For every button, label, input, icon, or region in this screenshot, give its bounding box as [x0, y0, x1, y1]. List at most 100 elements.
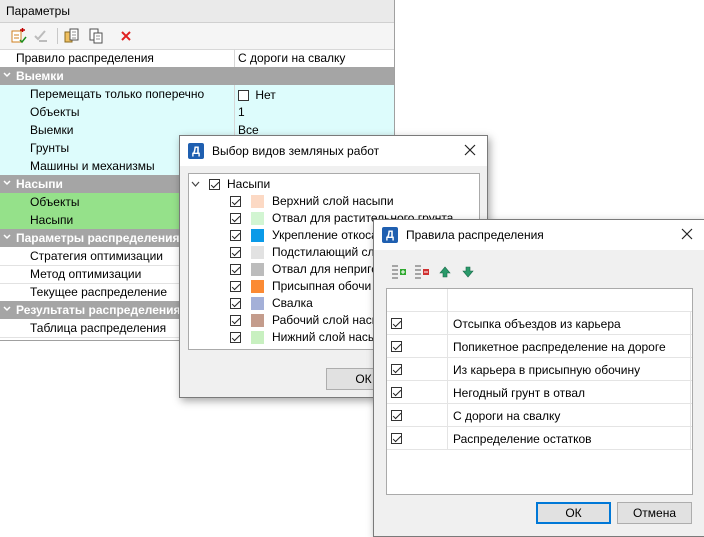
cross-only-checkbox[interactable]	[238, 90, 249, 102]
category-label: Параметры распределения	[16, 231, 180, 245]
property-name: Метод оптимизации	[30, 267, 142, 281]
tree-item-label: Нижний слой насы	[272, 330, 377, 344]
property-value[interactable]: С дороги на свалку	[238, 51, 345, 65]
rule-checkbox[interactable]	[391, 433, 402, 444]
paste-icon[interactable]	[87, 27, 105, 45]
remove-row-icon[interactable]	[414, 264, 430, 280]
property-name: Выемки	[30, 123, 74, 137]
property-row[interactable]: Перемещать только поперечно Нет	[0, 85, 394, 104]
tree-item-label: Верхний слой насыпи	[272, 194, 394, 208]
tree-item-checkbox[interactable]	[230, 213, 241, 224]
chevron-down-icon[interactable]	[3, 179, 11, 187]
property-name: Таблица распределения	[30, 321, 167, 335]
rule-row[interactable]: Распределение остатков	[387, 427, 692, 450]
rule-row[interactable]: Из карьера в присыпную обочину	[387, 358, 692, 381]
parameters-toolbar	[0, 23, 394, 50]
rule-checkbox[interactable]	[391, 341, 402, 352]
tree-item-checkbox[interactable]	[230, 298, 241, 309]
tree-item-checkbox[interactable]	[230, 247, 241, 258]
grid-header-row	[387, 289, 692, 312]
rule-checkbox[interactable]	[391, 387, 402, 398]
parameters-titlebar: Параметры	[0, 0, 394, 23]
rules-dialog: Д Правила распределения Отсыпка объездов…	[373, 219, 704, 537]
rule-checkbox[interactable]	[391, 364, 402, 375]
category-label: Результаты распределения	[16, 303, 181, 317]
move-down-icon[interactable]	[460, 264, 476, 280]
rules-dialog-titlebar: Д Правила распределения	[374, 220, 704, 250]
property-name: Объекты	[30, 195, 80, 209]
property-name: Стратегия оптимизации	[30, 249, 163, 263]
category-label: Насыпи	[16, 177, 63, 191]
parameters-title: Параметры	[6, 4, 70, 18]
color-swatch	[251, 229, 264, 242]
app-icon: Д	[382, 227, 398, 243]
close-icon[interactable]	[680, 227, 694, 241]
rule-row[interactable]: Попикетное распределение на дороге	[387, 335, 692, 358]
chevron-down-icon[interactable]	[3, 71, 11, 79]
property-name: Правило распределения	[16, 51, 154, 65]
rules-cancel-button[interactable]: Отмена	[617, 502, 692, 524]
rule-checkbox[interactable]	[391, 410, 402, 421]
property-value: Нет	[255, 88, 276, 102]
tree-root-item[interactable]: Насыпи	[191, 176, 311, 193]
color-swatch	[251, 212, 264, 225]
tree-root-checkbox[interactable]	[209, 179, 220, 190]
close-icon[interactable]	[463, 143, 477, 157]
check-rule-icon[interactable]	[32, 27, 50, 45]
tree-item-label: Отвал для непригс	[272, 262, 378, 276]
chevron-down-icon[interactable]	[3, 305, 11, 313]
property-name: Машины и механизмы	[30, 159, 155, 173]
app-icon: Д	[188, 143, 204, 159]
tree-item-label: Присыпная обочи	[272, 279, 372, 293]
chevron-down-icon[interactable]	[191, 181, 200, 188]
property-row[interactable]: Объекты 1	[0, 103, 394, 122]
property-value[interactable]: 1	[238, 105, 245, 119]
category-label: Выемки	[16, 69, 64, 83]
tree-item-checkbox[interactable]	[230, 264, 241, 275]
color-swatch	[251, 195, 264, 208]
tree-root-label: Насыпи	[227, 177, 271, 191]
rule-label: Попикетное распределение на дороге	[453, 340, 666, 354]
color-swatch	[251, 297, 264, 310]
copy-icon[interactable]	[63, 27, 81, 45]
color-swatch	[251, 263, 264, 276]
category-cuts[interactable]: Выемки	[0, 67, 394, 85]
color-swatch	[251, 246, 264, 259]
color-swatch	[251, 280, 264, 293]
rule-label: Отсыпка объездов из карьера	[453, 317, 621, 331]
add-rule-icon[interactable]	[10, 27, 28, 45]
rule-checkbox[interactable]	[391, 318, 402, 329]
rule-label: Негодный грунт в отвал	[453, 386, 586, 400]
rules-grid: Отсыпка объездов из карьера Попикетное р…	[386, 288, 693, 495]
rule-label: Из карьера в присыпную обочину	[453, 363, 641, 377]
tree-item-checkbox[interactable]	[230, 315, 241, 326]
rules-ok-button[interactable]: ОК	[536, 502, 611, 524]
property-name: Объекты	[30, 105, 80, 119]
move-up-icon[interactable]	[437, 264, 453, 280]
tree-item-label: Рабочий слой насы	[272, 313, 381, 327]
earthworks-dialog-title: Выбор видов земляных работ	[212, 144, 380, 158]
tree-item-label: Укрепление откоса	[272, 228, 378, 242]
delete-icon[interactable]	[117, 27, 135, 45]
rule-label[interactable]: С дороги на свалку	[453, 409, 560, 423]
property-name: Текущее распределение	[30, 285, 168, 299]
add-row-icon[interactable]	[391, 264, 407, 280]
rule-row[interactable]: Отсыпка объездов из карьера	[387, 312, 692, 335]
tree-item-label: Свалка	[272, 296, 313, 310]
rules-dialog-title: Правила распределения	[406, 228, 544, 242]
property-row-rule[interactable]: Правило распределения С дороги на свалку	[0, 49, 394, 68]
tree-item-label: Подстилающий сл	[272, 245, 375, 259]
tree-item-checkbox[interactable]	[230, 281, 241, 292]
tree-item[interactable]: Верхний слой насыпи	[230, 193, 479, 210]
tree-item-checkbox[interactable]	[230, 230, 241, 241]
rule-row[interactable]: Негодный грунт в отвал	[387, 381, 692, 404]
tree-item-checkbox[interactable]	[230, 332, 241, 343]
property-name: Насыпи	[30, 213, 74, 227]
earthworks-dialog-titlebar: Д Выбор видов земляных работ	[180, 136, 487, 166]
color-swatch	[251, 314, 264, 327]
rule-label: Распределение остатков	[453, 432, 592, 446]
rule-row[interactable]: С дороги на свалку	[387, 404, 692, 427]
chevron-down-icon[interactable]	[3, 233, 11, 241]
tree-item-checkbox[interactable]	[230, 196, 241, 207]
property-name: Грунты	[30, 141, 70, 155]
